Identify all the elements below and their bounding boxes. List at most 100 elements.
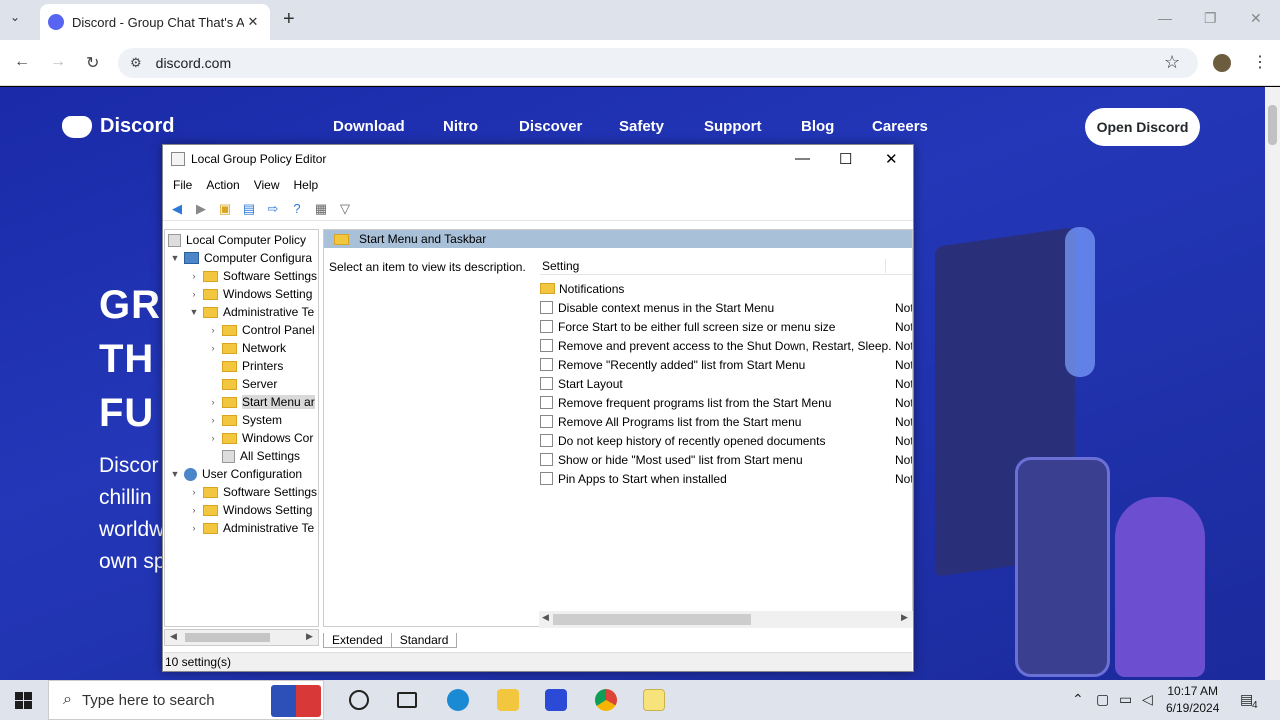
setting-row[interactable]: Show or hide "Most used" list from Start…	[540, 450, 912, 469]
tree-node-user-config[interactable]: ▼ User Configuration	[169, 465, 303, 483]
meet-now-icon[interactable]: ▢	[1096, 691, 1109, 708]
tree-node-uc-admin[interactable]: › Administrative Te	[188, 519, 315, 537]
open-discord-button[interactable]: Open Discord	[1085, 108, 1200, 146]
tree-scroll-thumb[interactable]	[185, 633, 270, 642]
menu-view[interactable]: View	[254, 178, 280, 192]
setting-row[interactable]: Notifications	[540, 279, 912, 298]
tree-node-server[interactable]: Server	[207, 375, 277, 393]
scroll-right-icon[interactable]: ▶	[306, 631, 313, 642]
extension-icon[interactable]	[1213, 54, 1231, 72]
collapse-icon[interactable]: ▼	[188, 307, 200, 317]
column-separator[interactable]	[885, 259, 886, 273]
menu-help[interactable]: Help	[294, 178, 319, 192]
discord-logo[interactable]: Discord	[62, 115, 174, 138]
expand-icon[interactable]: ›	[188, 271, 200, 281]
browser-menu-icon[interactable]: ⋮	[1252, 52, 1268, 72]
page-scrollbar[interactable]	[1265, 87, 1280, 680]
nav-blog[interactable]: Blog	[801, 118, 834, 135]
cortana-icon[interactable]	[349, 690, 369, 710]
scroll-left-icon[interactable]: ◀	[542, 612, 549, 623]
page-scrollbar-thumb[interactable]	[1268, 105, 1277, 145]
window-minimize-button[interactable]: —	[1158, 10, 1172, 26]
setting-row[interactable]: Pin Apps to Start when installed Not	[540, 469, 912, 488]
expand-icon[interactable]: ›	[188, 487, 200, 497]
tab-extended[interactable]: Extended	[323, 632, 392, 648]
nav-nitro[interactable]: Nitro	[443, 118, 478, 135]
search-highlight-icon[interactable]	[271, 685, 321, 717]
address-bar[interactable]: ⚙ discord.com	[118, 48, 1198, 78]
nav-careers[interactable]: Careers	[872, 118, 928, 135]
network-icon[interactable]: ▭	[1119, 691, 1132, 708]
tree-node-printers[interactable]: Printers	[207, 357, 283, 375]
setting-row[interactable]: Start Layout Not	[540, 374, 912, 393]
tab-search-chevron-icon[interactable]: ⌄	[10, 10, 20, 24]
window-close-button[interactable]: ✕	[1250, 10, 1262, 27]
tree-node-system[interactable]: › System	[207, 411, 283, 429]
scroll-left-icon[interactable]: ◀	[170, 631, 177, 642]
reload-button[interactable]: ↻	[86, 53, 99, 73]
new-tab-button[interactable]: +	[283, 8, 295, 31]
expand-icon[interactable]: ›	[188, 289, 200, 299]
forward-arrow-icon[interactable]: ▶	[193, 201, 209, 217]
tree-node-cc-windows[interactable]: › Windows Setting	[188, 285, 313, 303]
show-hidden-icons-chevron-icon[interactable]: ⌃	[1072, 691, 1084, 708]
gpedit-minimize-button[interactable]: —	[795, 150, 810, 167]
gpedit-close-button[interactable]: ✕	[885, 150, 898, 168]
collapse-icon[interactable]: ▼	[169, 469, 181, 479]
expand-icon[interactable]: ›	[207, 325, 219, 335]
tree-node-root[interactable]: Local Computer Policy	[168, 231, 306, 249]
nav-safety[interactable]: Safety	[619, 118, 664, 135]
store-icon[interactable]	[545, 689, 567, 711]
setting-row[interactable]: Remove frequent programs list from the S…	[540, 393, 912, 412]
edge-icon[interactable]	[447, 689, 469, 711]
settings-scroll-thumb[interactable]	[553, 614, 751, 625]
nav-discover[interactable]: Discover	[519, 118, 582, 135]
up-folder-icon[interactable]: ▣	[217, 201, 233, 217]
settings-horizontal-scrollbar[interactable]: ◀ ▶	[539, 611, 913, 628]
expand-icon[interactable]: ›	[207, 397, 219, 407]
back-arrow-icon[interactable]: ◀	[169, 201, 185, 217]
tab-close-icon[interactable]: ✕	[244, 14, 262, 30]
setting-row[interactable]: Remove "Recently added" list from Start …	[540, 355, 912, 374]
file-explorer-icon[interactable]	[497, 689, 519, 711]
tree-node-start-menu[interactable]: › Start Menu ar	[207, 393, 315, 411]
tree-node-cc-software[interactable]: › Software Settings	[188, 267, 318, 285]
expand-icon[interactable]: ›	[207, 343, 219, 353]
tree-node-cc-admin[interactable]: ▼ Administrative Te	[188, 303, 315, 321]
nav-download[interactable]: Download	[333, 118, 405, 135]
volume-icon[interactable]: ◁	[1142, 691, 1153, 708]
setting-row[interactable]: Remove and prevent access to the Shut Do…	[540, 336, 912, 355]
setting-row[interactable]: Remove All Programs list from the Start …	[540, 412, 912, 431]
collapse-icon[interactable]: ▼	[169, 253, 181, 263]
tree-node-control-panel[interactable]: › Control Panel	[207, 321, 315, 339]
bookmark-star-icon[interactable]: ☆	[1164, 52, 1180, 73]
start-button[interactable]	[15, 692, 32, 709]
show-hide-tree-icon[interactable]: ▤	[241, 201, 257, 217]
gpedit-maximize-button[interactable]: ☐	[839, 150, 852, 168]
tree-node-uc-windows[interactable]: › Windows Setting	[188, 501, 313, 519]
task-view-icon[interactable]	[397, 692, 417, 708]
taskbar-search[interactable]: ⌕ Type here to search	[48, 680, 324, 720]
expand-icon[interactable]: ›	[207, 415, 219, 425]
chrome-icon[interactable]	[595, 689, 617, 711]
setting-row[interactable]: Disable context menus in the Start Menu N…	[540, 298, 912, 317]
filter-icon[interactable]: ▽	[337, 201, 353, 217]
expand-icon[interactable]: ›	[188, 505, 200, 515]
tree-node-windows-components[interactable]: › Windows Cor	[207, 429, 314, 447]
tree-node-all-settings[interactable]: All Settings	[207, 447, 300, 465]
setting-row[interactable]: Force Start to be either full screen siz…	[540, 317, 912, 336]
tree-node-computer-config[interactable]: ▼ Computer Configura	[169, 249, 313, 267]
nav-support[interactable]: Support	[704, 118, 762, 135]
column-header-setting[interactable]: Setting	[540, 257, 912, 275]
site-info-icon[interactable]: ⚙	[130, 55, 142, 71]
back-button[interactable]: ←	[14, 53, 30, 71]
menu-action[interactable]: Action	[206, 178, 239, 192]
tree-node-network[interactable]: › Network	[207, 339, 287, 357]
tree-horizontal-scrollbar[interactable]: ◀ ▶	[164, 629, 319, 646]
properties-icon[interactable]: ▦	[313, 201, 329, 217]
help-icon[interactable]: ?	[289, 201, 305, 217]
tree-node-uc-software[interactable]: › Software Settings	[188, 483, 318, 501]
taskbar-clock[interactable]: 10:17 AM 6/19/2024	[1166, 683, 1219, 717]
setting-row[interactable]: Do not keep history of recently opened d…	[540, 431, 912, 450]
tab-standard[interactable]: Standard	[390, 632, 458, 648]
